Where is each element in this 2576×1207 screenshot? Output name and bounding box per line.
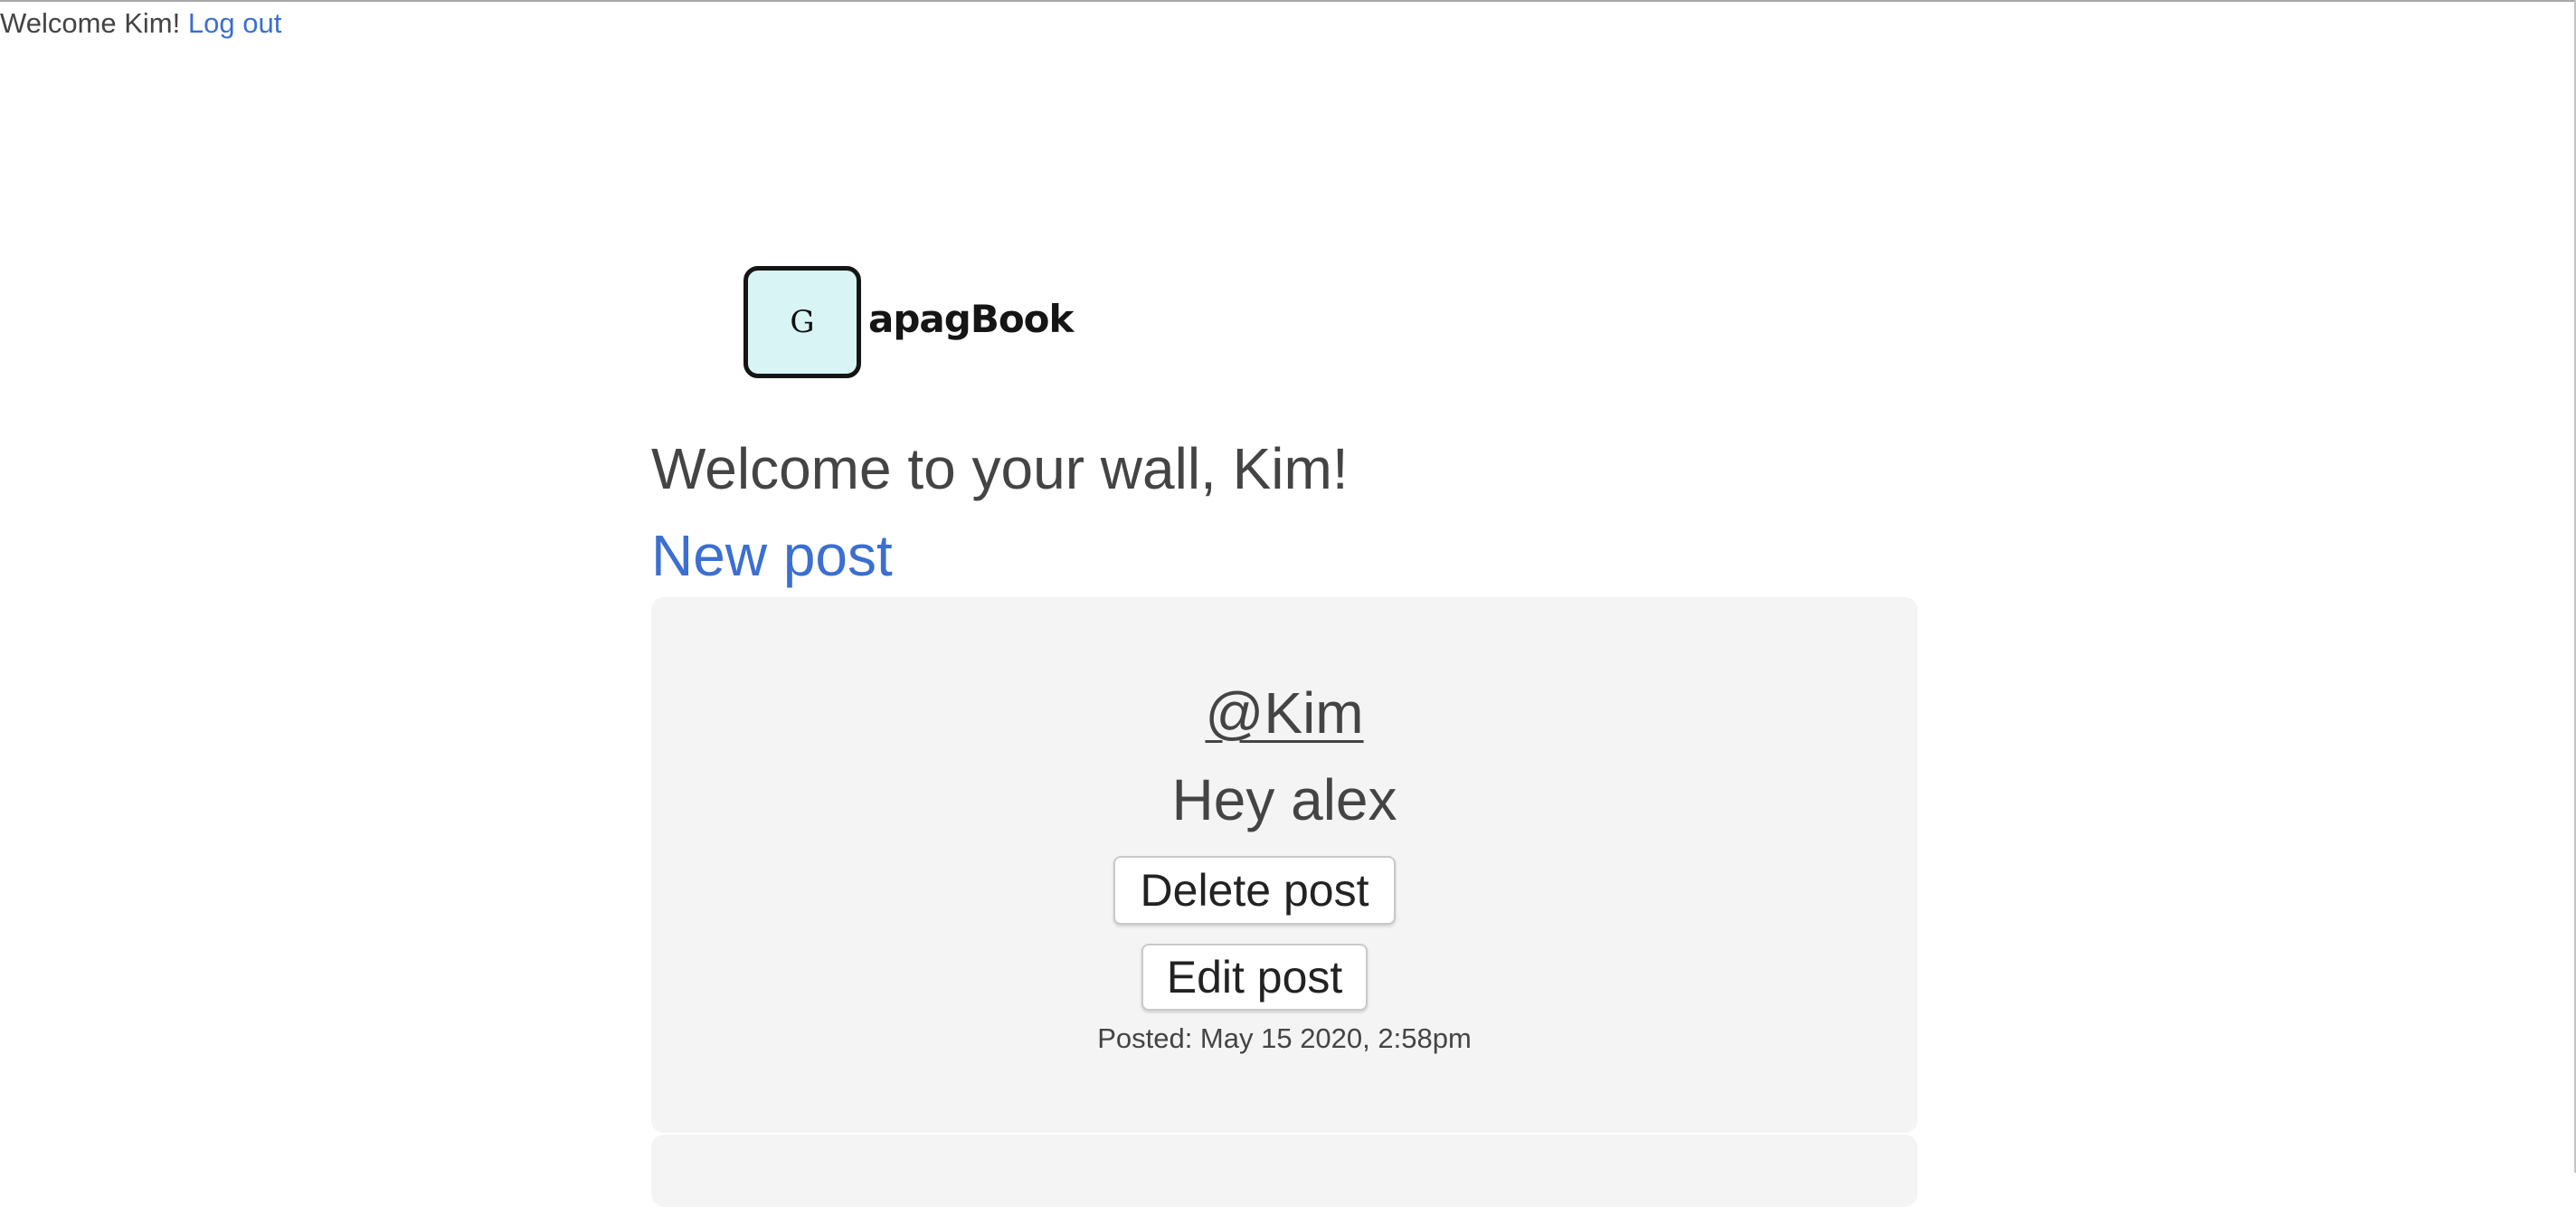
post-timestamp: Posted: May 15 2020, 2:58pm <box>1097 1022 1472 1054</box>
logo: G apagBook <box>743 266 1074 378</box>
logo-icon: G <box>743 266 861 378</box>
delete-post-button[interactable]: Delete post <box>1113 856 1396 925</box>
top-bar: Welcome Kim! Log out <box>0 5 281 42</box>
post-card: @Kim Hey alex Delete post Edit post Post… <box>651 597 1918 1133</box>
logo-icon-letter: G <box>790 304 815 340</box>
edit-post-button[interactable]: Edit post <box>1141 944 1368 1011</box>
logout-link[interactable]: Log out <box>188 7 281 39</box>
post-author-link[interactable]: @Kim <box>1205 680 1363 746</box>
post-card-next <box>651 1135 1918 1207</box>
welcome-text: Welcome Kim! <box>0 7 181 39</box>
window-top-border <box>0 0 2576 2</box>
new-post-link[interactable]: New post <box>651 516 893 595</box>
page-title: Welcome to your wall, Kim! <box>651 436 1349 501</box>
post-author: @Kim <box>651 675 1918 751</box>
logo-text: apagBook <box>868 296 1074 341</box>
post-body: Hey alex <box>1171 767 1397 832</box>
